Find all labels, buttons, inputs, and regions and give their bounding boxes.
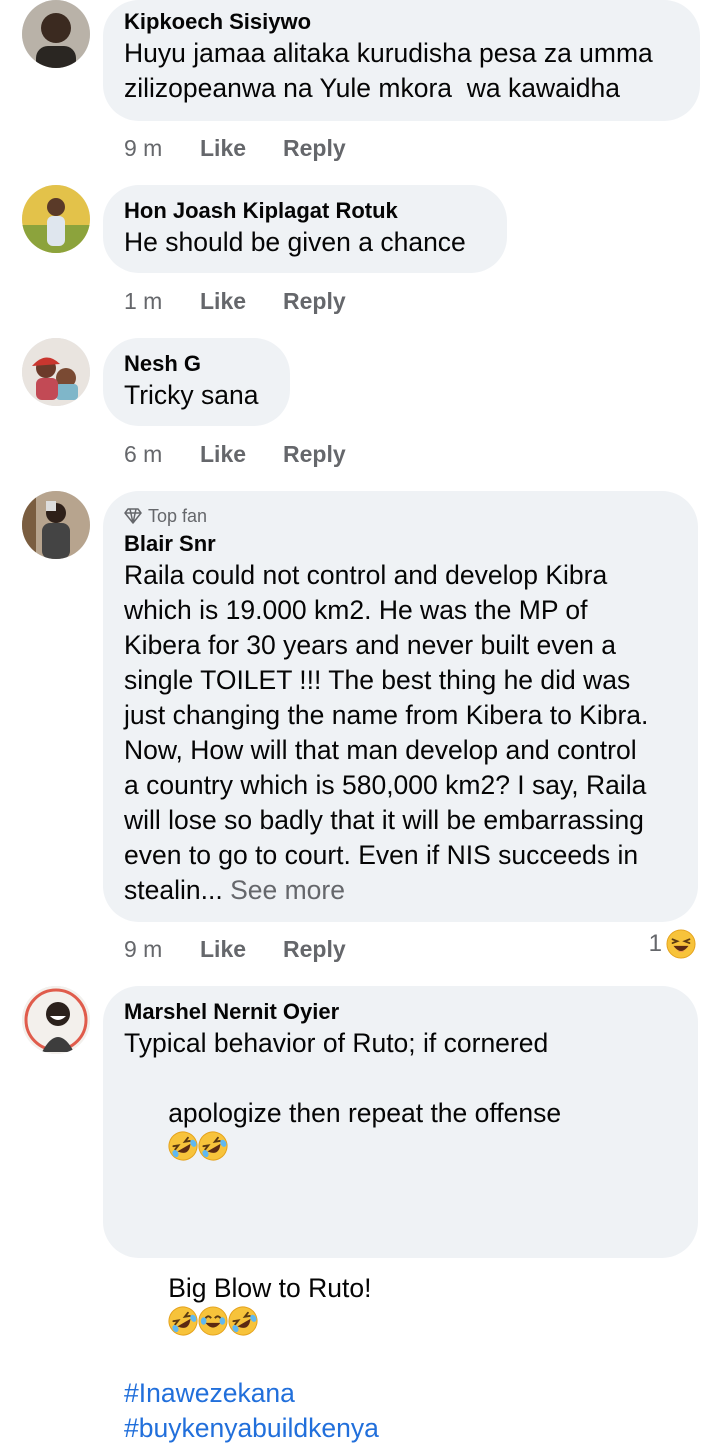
- comment-bubble[interactable]: Kipkoech Sisiywo Huyu jamaa alitaka kuru…: [103, 0, 700, 121]
- reaction-summary[interactable]: 1: [649, 929, 696, 959]
- comment-text-line: even to go to court. Even if NIS succeed…: [124, 840, 639, 870]
- top-fan-badge: Top fan: [124, 505, 676, 527]
- comment-bubble[interactable]: Top fan Blair Snr Raila could not contro…: [103, 491, 698, 922]
- avatar[interactable]: [22, 491, 90, 559]
- comment-bubble[interactable]: Hon Joash Kiplagat Rotuk He should be gi…: [103, 185, 507, 273]
- comment-text-line: a country which is 580,000 km2? I say, R…: [124, 770, 647, 800]
- commenter-name[interactable]: Nesh G: [124, 350, 268, 378]
- laughing-emoji-icon: [666, 929, 696, 959]
- avatar[interactable]: [22, 986, 90, 1054]
- comment-text-line: which is 19.000 km2. He was the MP of: [124, 595, 588, 625]
- comment-text-line: single TOILET !!! The best thing he did …: [124, 665, 631, 695]
- comment-time: 9 m: [124, 135, 163, 161]
- comment-text-segment: Big Blow to Ruto!: [168, 1273, 372, 1303]
- comment-time: 6 m: [124, 441, 163, 467]
- comment-text-line: Tricky sana: [124, 380, 259, 410]
- hashtag-link[interactable]: #buykenyabuildkenya: [124, 1411, 676, 1446]
- like-button[interactable]: Like: [200, 134, 283, 162]
- diamond-icon: [124, 508, 142, 524]
- comment-text-line: stealin... See more: [124, 873, 676, 908]
- comment-time: 1 m: [124, 288, 163, 314]
- comment-time: 9 m: [124, 936, 163, 962]
- commenter-name[interactable]: Hon Joash Kiplagat Rotuk: [124, 197, 485, 225]
- truncated-text: stealin...: [124, 875, 223, 905]
- like-button[interactable]: Like: [200, 287, 283, 315]
- reply-button[interactable]: Reply: [283, 935, 346, 963]
- comment-text-line: apologize then repeat the offense: [124, 1061, 676, 1201]
- reply-button[interactable]: Reply: [283, 134, 346, 162]
- reply-button[interactable]: Reply: [283, 287, 346, 315]
- comment-text-line: zilizopeanwa na Yule mkora wa kawaidha: [124, 73, 620, 103]
- joy-emoji-icon: [198, 1306, 228, 1336]
- comment-text-line: Huyu jamaa alitaka kurudisha pesa za umm…: [124, 38, 653, 68]
- rofl-emoji-icon: [168, 1306, 198, 1336]
- like-button[interactable]: Like: [200, 440, 283, 468]
- reply-button[interactable]: Reply: [283, 440, 346, 468]
- hashtag-link[interactable]: #Inawezekana: [124, 1376, 676, 1411]
- rofl-emoji-icon: [228, 1306, 258, 1336]
- rofl-emoji-icon: [198, 1131, 228, 1161]
- comment-text-line: Now, How will that man develop and contr…: [124, 735, 637, 765]
- comment-text-line: Raila could not control and develop Kibr…: [124, 560, 608, 590]
- badge-label: Top fan: [148, 506, 208, 526]
- comment-text-line: He should be given a chance: [124, 227, 466, 257]
- see-more-link[interactable]: See more: [230, 875, 345, 905]
- like-button[interactable]: Like: [200, 935, 283, 963]
- avatar[interactable]: [22, 185, 90, 253]
- comment-text-line: Kibera for 30 years and never built even…: [124, 630, 617, 660]
- commenter-name[interactable]: Blair Snr: [124, 530, 676, 558]
- comment-text-line: will lose so badly that it will be embar…: [124, 805, 644, 835]
- avatar[interactable]: [22, 0, 90, 68]
- reaction-count: 1: [648, 930, 662, 957]
- avatar[interactable]: [22, 338, 90, 406]
- commenter-name[interactable]: Marshel Nernit Oyier: [124, 998, 676, 1026]
- comment-text-line: Typical behavior of Ruto; if cornered: [124, 1028, 549, 1058]
- comment-text-line: just changing the name from Kibera to Ki…: [124, 700, 649, 730]
- comment-text-segment: apologize then repeat the offense: [168, 1098, 562, 1128]
- rofl-emoji-icon: [168, 1131, 198, 1161]
- comment-bubble[interactable]: Marshel Nernit Oyier Typical behavior of…: [103, 986, 698, 1443]
- commenter-name[interactable]: Kipkoech Sisiywo: [124, 8, 678, 36]
- comment-text-line: Big Blow to Ruto!: [124, 1236, 676, 1376]
- comment-bubble[interactable]: Nesh G Tricky sana: [103, 338, 290, 426]
